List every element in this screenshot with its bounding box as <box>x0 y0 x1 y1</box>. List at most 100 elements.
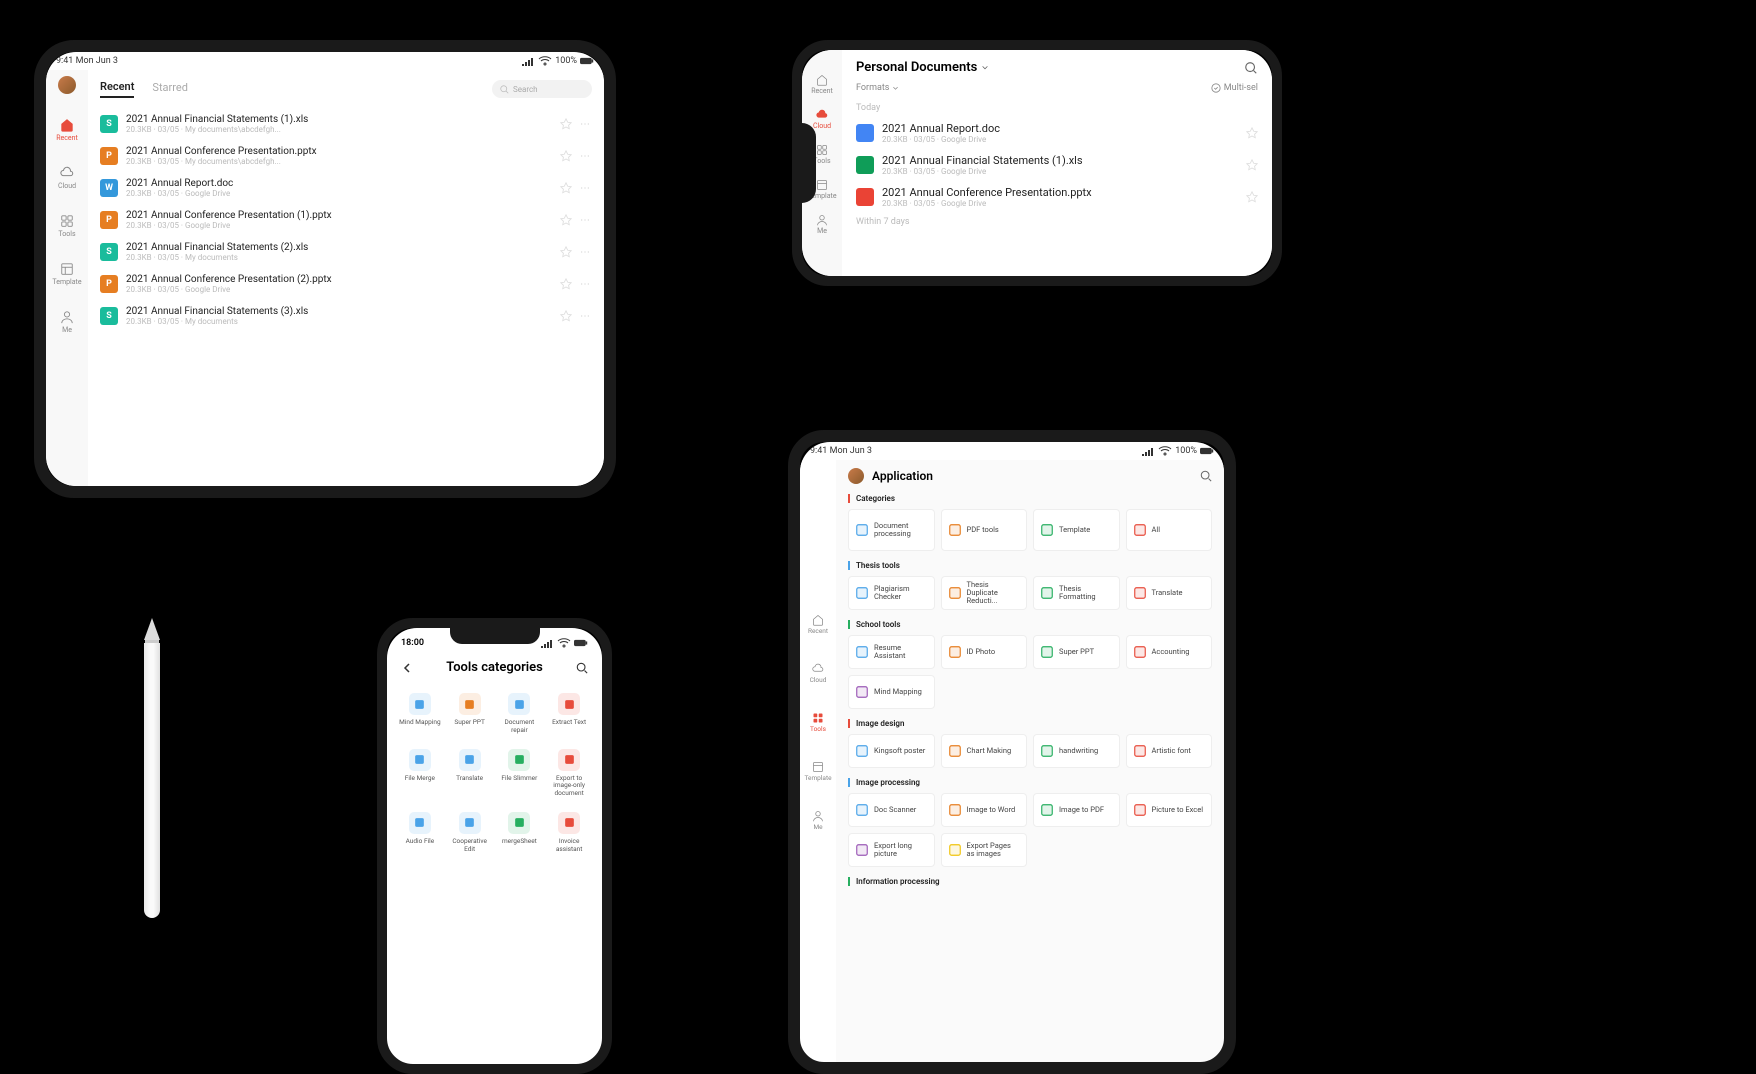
search-icon[interactable] <box>576 662 588 674</box>
tool-card[interactable]: Super PPT <box>1033 635 1120 669</box>
more-icon[interactable]: ⋯ <box>580 151 592 162</box>
tool-item[interactable]: Document repair <box>497 693 543 735</box>
tool-card[interactable]: All <box>1126 509 1213 551</box>
card-label: Thesis Duplicate Reducti... <box>967 581 1021 606</box>
tool-item[interactable]: Invoice assistant <box>546 812 592 854</box>
card-row: Kingsoft posterChart MakinghandwritingAr… <box>848 734 1212 768</box>
tool-card[interactable]: handwriting <box>1033 734 1120 768</box>
tool-card[interactable]: Resume Assistant <box>848 635 935 669</box>
search-input[interactable]: Search <box>492 80 592 98</box>
tool-card[interactable]: Export Pages as images <box>941 833 1028 867</box>
nav-recent[interactable]: Recent <box>56 118 78 142</box>
star-icon[interactable] <box>560 150 572 162</box>
file-row[interactable]: P 2021 Annual Conference Presentation.pp… <box>100 140 592 172</box>
tool-card[interactable]: Mind Mapping <box>848 675 935 709</box>
more-icon[interactable]: ⋯ <box>580 311 592 322</box>
tool-card[interactable]: Plagiarism Checker <box>848 576 935 610</box>
tool-icon <box>409 812 431 834</box>
nav-recent[interactable]: Recent <box>811 74 833 95</box>
multiselect-toggle[interactable]: Multi-sel <box>1211 83 1258 93</box>
page-title[interactable]: Personal Documents <box>856 60 989 75</box>
file-row[interactable]: P 2021 Annual Conference Presentation (2… <box>100 268 592 300</box>
section-thesis: Thesis toolsPlagiarism CheckerThesis Dup… <box>848 561 1212 610</box>
card-label: Resume Assistant <box>874 644 928 661</box>
star-icon[interactable] <box>1246 127 1258 139</box>
file-row[interactable]: S 2021 Annual Financial Statements (2).x… <box>100 236 592 268</box>
tool-card[interactable]: ID Photo <box>941 635 1028 669</box>
nav-recent[interactable]: Recent <box>808 614 828 635</box>
more-icon[interactable]: ⋯ <box>580 119 592 130</box>
file-type-icon: S <box>100 115 118 133</box>
tool-card[interactable]: Picture to Excel <box>1126 793 1213 827</box>
tool-item[interactable]: File Slimmer <box>497 749 543 798</box>
tool-card[interactable]: Doc Scanner <box>848 793 935 827</box>
tool-item[interactable]: Translate <box>447 749 493 798</box>
tool-card[interactable]: Image to PDF <box>1033 793 1120 827</box>
tool-card[interactable]: Kingsoft poster <box>848 734 935 768</box>
tool-icon <box>558 812 580 834</box>
nav-cloud[interactable]: Cloud <box>813 109 831 130</box>
tool-card[interactable]: Image to Word <box>941 793 1028 827</box>
avatar[interactable] <box>58 76 76 94</box>
tool-card[interactable]: Translate <box>1126 576 1213 610</box>
tool-card[interactable]: PDF tools <box>941 509 1028 551</box>
tab-recent[interactable]: Recent <box>100 80 134 98</box>
nav-cloud[interactable]: Cloud <box>810 663 827 684</box>
tool-item[interactable]: Extract Text <box>546 693 592 735</box>
tool-card[interactable]: Export long picture <box>848 833 935 867</box>
file-row[interactable]: 2021 Annual Report.doc20.3KB · 03/05 · G… <box>856 117 1258 149</box>
search-icon[interactable] <box>1200 470 1212 482</box>
tool-card[interactable]: Artistic font <box>1126 734 1213 768</box>
more-icon[interactable]: ⋯ <box>580 247 592 258</box>
file-row[interactable]: S 2021 Annual Financial Statements (3).x… <box>100 300 592 332</box>
file-row[interactable]: W 2021 Annual Report.doc20.3KB · 03/05 ·… <box>100 172 592 204</box>
more-icon[interactable]: ⋯ <box>580 183 592 194</box>
more-icon[interactable]: ⋯ <box>580 279 592 290</box>
file-row[interactable]: 2021 Annual Financial Statements (1).xls… <box>856 149 1258 181</box>
file-row[interactable]: P 2021 Annual Conference Presentation (1… <box>100 204 592 236</box>
star-icon[interactable] <box>1246 191 1258 203</box>
tool-card[interactable]: Thesis Formatting <box>1033 576 1120 610</box>
tool-card[interactable]: Template <box>1033 509 1120 551</box>
nav-me[interactable]: Me <box>812 810 824 831</box>
nav-tools[interactable]: Tools <box>58 214 75 238</box>
nav-me[interactable]: Me <box>816 214 828 235</box>
tool-card[interactable]: Document processing <box>848 509 935 551</box>
file-row[interactable]: S 2021 Annual Financial Statements (1).x… <box>100 108 592 140</box>
star-icon[interactable] <box>1246 159 1258 171</box>
chevron-down-icon <box>981 64 989 72</box>
card-icon <box>1133 803 1147 817</box>
tool-item[interactable]: mergeSheet <box>497 812 543 854</box>
search-icon[interactable] <box>1244 61 1258 75</box>
star-icon[interactable] <box>560 246 572 258</box>
tool-item[interactable]: File Merge <box>397 749 443 798</box>
star-icon[interactable] <box>560 182 572 194</box>
formats-filter[interactable]: Formats <box>856 83 899 93</box>
star-icon[interactable] <box>560 278 572 290</box>
section-school: School toolsResume AssistantID PhotoSupe… <box>848 620 1212 709</box>
star-icon[interactable] <box>560 310 572 322</box>
tool-label: Export to image-only document <box>546 775 592 798</box>
tool-item[interactable]: Mind Mapping <box>397 693 443 735</box>
file-row[interactable]: 2021 Annual Conference Presentation.pptx… <box>856 181 1258 213</box>
tab-starred[interactable]: Starred <box>152 81 188 97</box>
nav-me[interactable]: Me <box>60 310 74 334</box>
nav-template[interactable]: Template <box>52 262 81 286</box>
tool-icon <box>459 749 481 771</box>
nav-template[interactable]: Template <box>804 761 831 782</box>
tool-card[interactable]: Thesis Duplicate Reducti... <box>941 576 1028 610</box>
star-icon[interactable] <box>560 214 572 226</box>
tool-item[interactable]: Cooperative Edit <box>447 812 493 854</box>
star-icon[interactable] <box>560 118 572 130</box>
avatar[interactable] <box>848 468 864 484</box>
back-icon[interactable] <box>401 662 413 674</box>
tool-item[interactable]: Super PPT <box>447 693 493 735</box>
tool-item[interactable]: Audio File <box>397 812 443 854</box>
more-icon[interactable]: ⋯ <box>580 215 592 226</box>
tool-card[interactable]: Accounting <box>1126 635 1213 669</box>
tool-item[interactable]: Export to image-only document <box>546 749 592 798</box>
tool-card[interactable]: Chart Making <box>941 734 1028 768</box>
battery-icon <box>574 638 588 648</box>
nav-cloud[interactable]: Cloud <box>58 166 76 190</box>
nav-tools[interactable]: Tools <box>810 712 826 733</box>
